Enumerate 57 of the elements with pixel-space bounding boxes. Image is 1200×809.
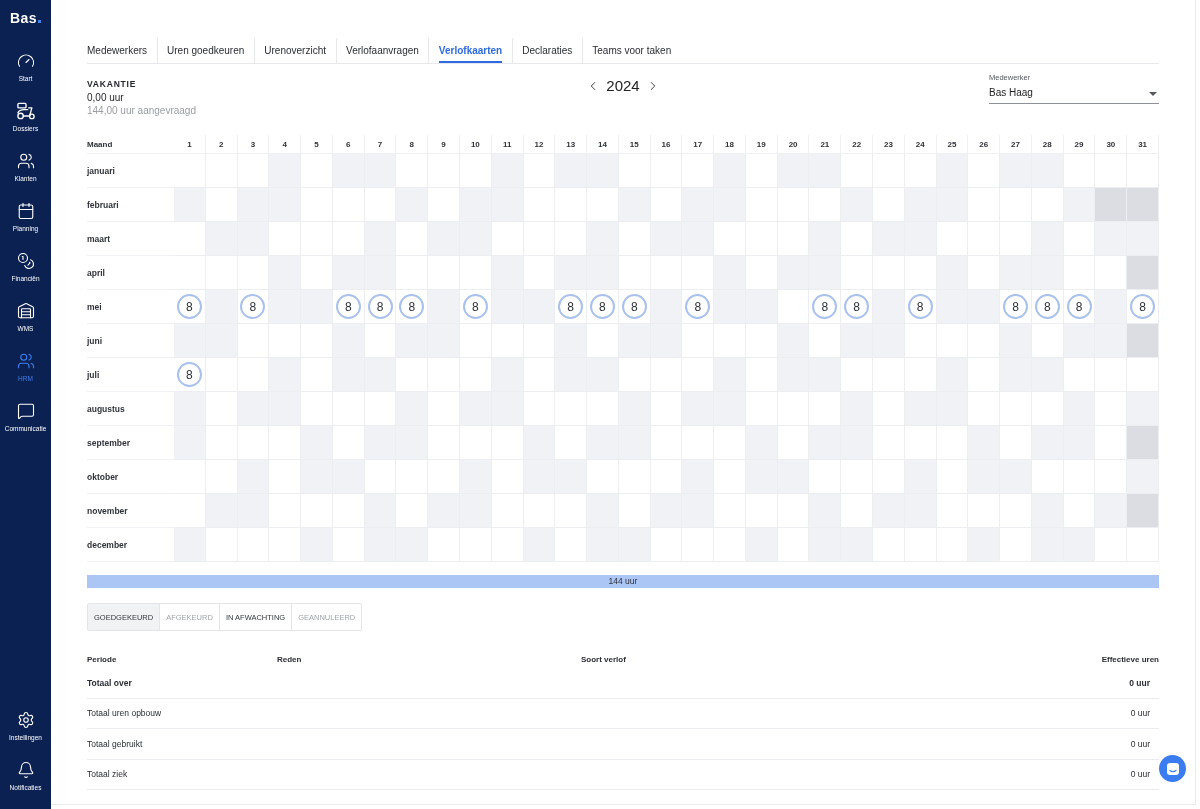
total-label: Totaal ziek bbox=[87, 769, 129, 780]
chat-icon bbox=[16, 402, 35, 420]
leave-hours: 8 bbox=[844, 294, 870, 319]
hours-value: 0 uur bbox=[1130, 738, 1151, 749]
leave-hours: 8 bbox=[1066, 294, 1092, 319]
column-header: Effectieve uren bbox=[1101, 654, 1159, 664]
leave-hours: 8 bbox=[1034, 294, 1060, 319]
chat-button[interactable] bbox=[1159, 755, 1186, 782]
leave-hours: 8 bbox=[907, 294, 933, 319]
tab[interactable]: Verlofkaarten bbox=[438, 38, 503, 63]
total-label: Totaal over bbox=[87, 677, 133, 688]
leave-hours: 8 bbox=[176, 362, 202, 387]
leave-type-title: VAKANTIE bbox=[87, 78, 137, 91]
leave-hours: 8 bbox=[335, 294, 361, 319]
chat-icon bbox=[1165, 761, 1180, 776]
gauge-icon bbox=[16, 52, 35, 70]
tab[interactable]: Uren goedkeuren bbox=[167, 38, 245, 63]
coins-icon bbox=[16, 252, 35, 270]
column-header: Reden bbox=[277, 654, 302, 664]
people-icon bbox=[16, 352, 35, 370]
leave-hours: 8 bbox=[812, 294, 838, 319]
calendar-icon bbox=[16, 202, 35, 220]
tab[interactable]: Declaraties bbox=[522, 38, 573, 63]
total-hours-bar: 144 uur bbox=[87, 575, 1159, 588]
leave-hours: 8 bbox=[589, 294, 615, 319]
scooter-icon bbox=[16, 102, 35, 120]
column-header: Periode bbox=[87, 654, 117, 664]
settings-icon bbox=[16, 711, 35, 729]
column-header: Soort verlof bbox=[581, 654, 626, 664]
tab[interactable]: Teams voor taken bbox=[592, 38, 672, 63]
hours-value: 0 uur bbox=[1130, 708, 1151, 719]
tab[interactable]: Verlofaanvragen bbox=[346, 38, 419, 63]
leave-hours: 8 bbox=[685, 294, 711, 319]
total-label: Totaal uren opbouw bbox=[87, 708, 163, 719]
hours-value: 0 uur bbox=[1129, 677, 1151, 688]
leave-hours: 8 bbox=[558, 294, 584, 319]
warehouse-icon bbox=[16, 302, 35, 320]
tab[interactable]: Medewerkers bbox=[87, 38, 148, 63]
leave-hours: 8 bbox=[621, 294, 647, 319]
requested-hours: 144,00 uur aangevraagd bbox=[87, 104, 196, 117]
leave-hours: 8 bbox=[399, 294, 425, 319]
logo: Bas bbox=[10, 10, 37, 26]
bell-icon bbox=[16, 761, 35, 779]
leave-hours: 8 bbox=[1130, 294, 1156, 319]
column-header: Maand bbox=[87, 135, 174, 154]
total-label: Totaal gebruikt bbox=[87, 738, 144, 749]
caret-icon bbox=[1149, 92, 1157, 96]
people-icon bbox=[16, 152, 35, 170]
leave-hours: 8 bbox=[462, 294, 488, 319]
leave-hours: 8 bbox=[1003, 294, 1028, 319]
leave-hours: 8 bbox=[176, 294, 202, 319]
tab[interactable]: Urenoverzicht bbox=[264, 38, 326, 63]
leave-hours: 8 bbox=[240, 294, 266, 319]
balance-hours: 0,00 uur bbox=[87, 91, 124, 104]
leave-hours: 8 bbox=[367, 294, 393, 319]
hours-value: 0 uur bbox=[1130, 769, 1151, 780]
year-label: 2024 bbox=[606, 77, 640, 95]
